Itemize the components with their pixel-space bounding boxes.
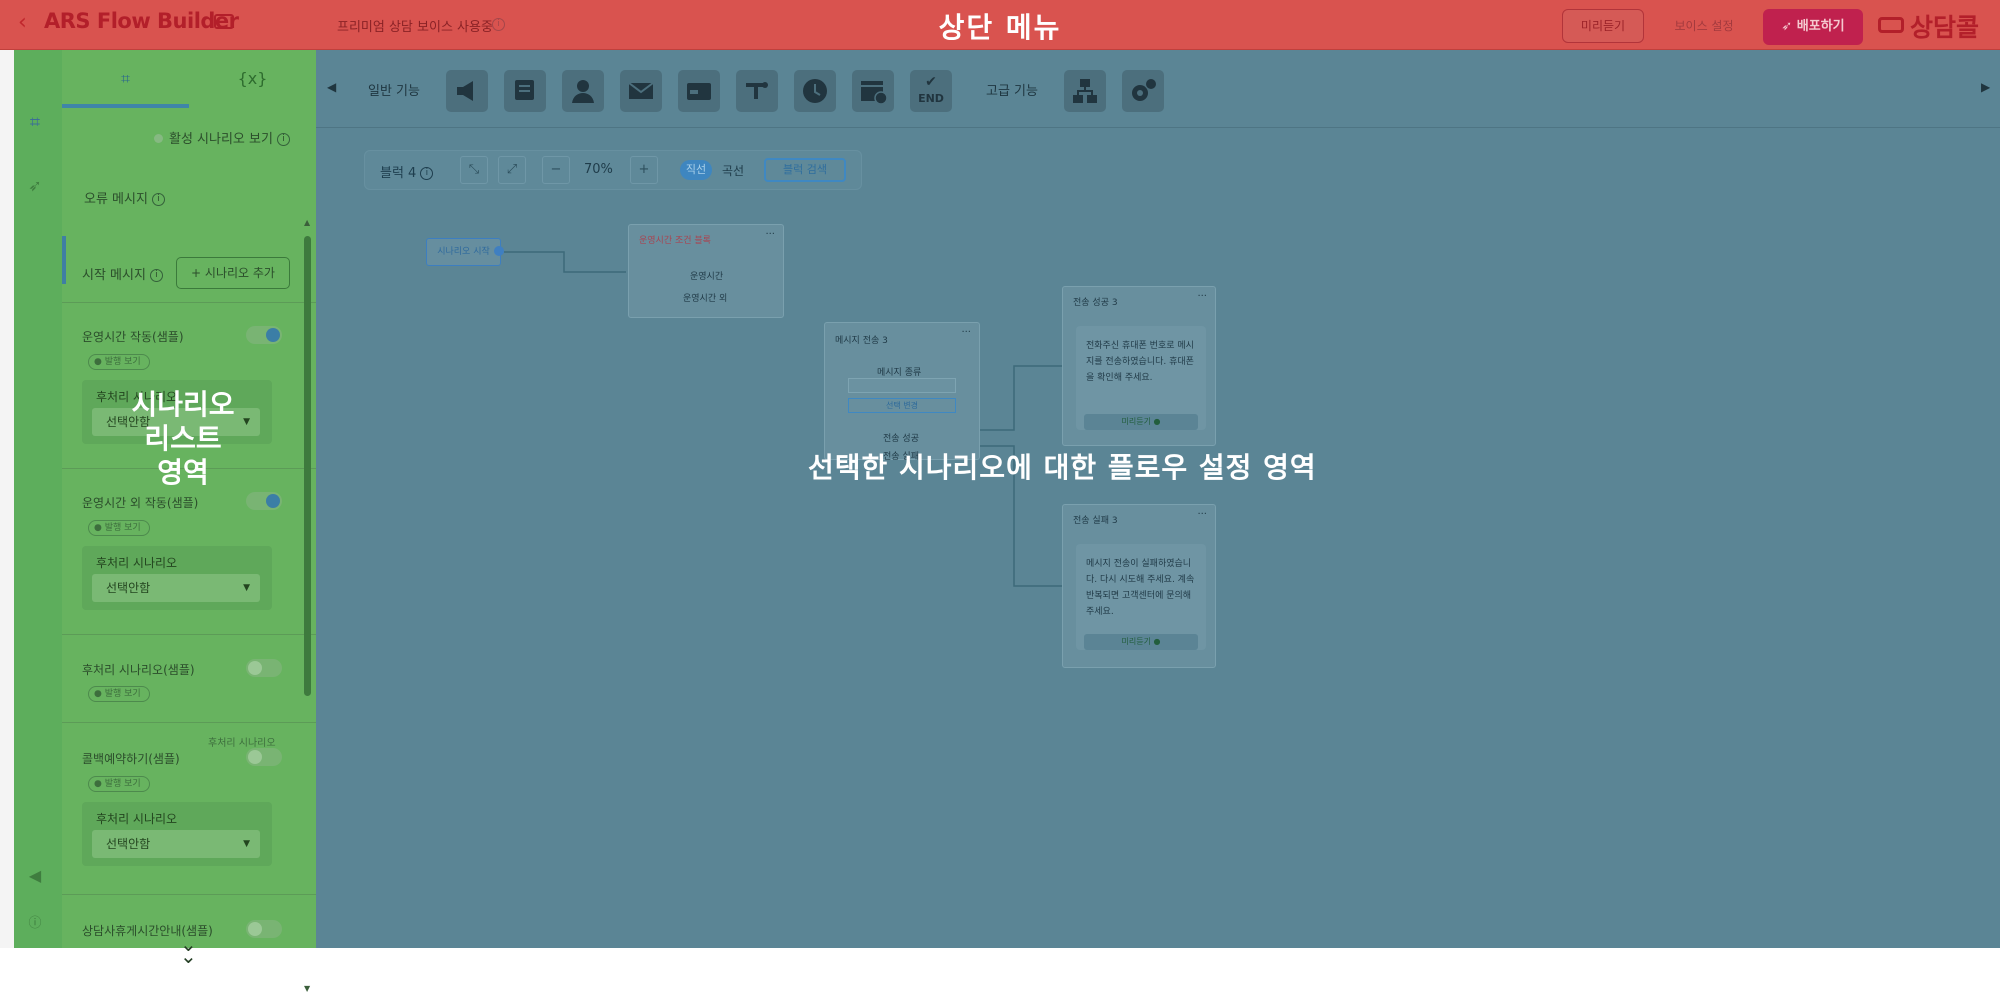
connector-dot[interactable] [494, 246, 504, 256]
scenario-toggle[interactable] [246, 326, 282, 344]
speaker-icon[interactable]: ◀ [20, 866, 50, 888]
view-link-label: 발행 보기 [104, 523, 141, 533]
preview-small-label: 미리듣기 [1121, 637, 1151, 646]
scenario-list-overlay-label: 시나리오 리스트 영역 [92, 388, 274, 490]
scenario-toggle[interactable] [246, 920, 282, 938]
preview-small-button[interactable]: 미리듣기 ● [1084, 634, 1198, 650]
select-value: 선택안함 [106, 837, 151, 851]
scrollbar-thumb[interactable] [304, 236, 311, 696]
node-field-label: 메시지 종류 [877, 368, 922, 378]
view-link-label: 발행 보기 [104, 357, 141, 367]
overlay-line: 시나리오 [131, 388, 235, 421]
view-link[interactable]: ● 발행 보기 [88, 354, 150, 370]
start-message-item[interactable]: 시작 메시지 i [82, 264, 163, 283]
divider [62, 302, 316, 303]
node-title: 메시지 전송 3 [835, 336, 888, 346]
post-scenario-tag: 후처리 시나리오 [208, 738, 276, 749]
post-scenario-label: 후처리 시나리오 [96, 556, 178, 570]
node-title: 전송 실패 3 [1073, 516, 1118, 526]
divider [62, 894, 316, 895]
tab-flow[interactable]: ⌗ [62, 50, 189, 108]
deploy-label: 배포하기 [1796, 19, 1845, 34]
brand-logo-text: 상담콜 [1910, 13, 1980, 42]
scroll-down-arrow[interactable]: ▼ [304, 984, 310, 993]
info-icon[interactable]: i [276, 133, 290, 146]
flow-connectors [504, 251, 1062, 587]
scenario-start-node[interactable]: 시나리오 시작 [426, 238, 501, 266]
post-scenario-select[interactable]: 선택안함 ▼ [92, 830, 260, 858]
brand-logo: 상담콜 [1878, 10, 1990, 42]
post-scenario-select[interactable]: 선택안함 ▼ [92, 574, 260, 602]
info-icon[interactable]: i [151, 193, 165, 206]
more-icon[interactable]: ··· [765, 229, 775, 240]
rocket-icon[interactable]: ➶ [20, 176, 50, 202]
chevron-down-icon: ▼ [243, 583, 250, 593]
scenario-title[interactable]: 후처리 시나리오(샘플) [82, 661, 195, 678]
change-selection-button[interactable]: 선택 변경 [848, 398, 956, 413]
chevron-down-icon: ▼ [243, 839, 250, 849]
scenario-title[interactable]: 운영시간 외 작동(샘플) [82, 494, 198, 511]
view-link[interactable]: ● 발행 보기 [88, 520, 150, 536]
node-title: 운영시간 조건 블록 [639, 236, 711, 246]
flow-icon[interactable]: ⌗ [20, 112, 50, 138]
toggle-knob [266, 328, 280, 342]
voice-settings-button[interactable]: 보이스 설정 [1660, 9, 1748, 43]
info-icon[interactable]: ⓘ [20, 912, 50, 934]
info-icon[interactable]: i [149, 269, 163, 282]
node-title: 전송 성공 3 [1073, 298, 1118, 308]
flow-icon: ⌗ [120, 69, 130, 88]
scenario-toggle[interactable] [246, 659, 282, 677]
scenario-toggle[interactable] [246, 748, 282, 766]
view-link[interactable]: ● 발행 보기 [88, 686, 150, 702]
operating-hours-node[interactable]: 운영시간 조건 블록 ··· 운영시간 운영시간 외 [628, 224, 784, 318]
preview-small-button[interactable]: 미리듣기 ● [1084, 414, 1198, 430]
error-message-label: 오류 메시지 [84, 192, 148, 207]
toggle-knob [248, 750, 262, 764]
view-link[interactable]: ● 발행 보기 [88, 776, 150, 792]
add-scenario-button[interactable]: + 시나리오 추가 [176, 257, 290, 289]
toggle-knob [266, 494, 280, 508]
start-message-label: 시작 메시지 [82, 268, 146, 283]
node-branch: 운영시간 외 [683, 294, 728, 304]
tts-text: 메시지 전송이 실패하였습니다. 다시 시도해 주세요. 계속 반복되면 고객센… [1086, 559, 1195, 617]
scroll-up-arrow[interactable]: ▲ [304, 218, 310, 227]
more-icon[interactable]: ··· [1197, 291, 1207, 302]
more-icon[interactable]: ··· [1197, 509, 1207, 520]
tab-variables[interactable]: {x} [189, 50, 316, 108]
brand-logo-icon [1878, 17, 1904, 33]
active-scenario-toggle[interactable]: 활성 시나리오 보기 i [154, 128, 290, 147]
chevron-down-icon[interactable]: ⌄ ⌄ [180, 934, 197, 966]
overlay-line: 리스트 [144, 422, 222, 455]
node-branch: 운영시간 [690, 272, 724, 282]
toggle-knob [248, 661, 262, 675]
preview-small-label: 미리듣기 [1121, 417, 1151, 426]
preview-button[interactable]: 미리듣기 [1562, 9, 1644, 43]
post-scenario-label: 후처리 시나리오 [96, 812, 178, 826]
toggle-dot [154, 134, 163, 143]
active-toggle-label: 활성 시나리오 보기 [169, 132, 273, 147]
tts-text: 전화주신 휴대폰 번호로 메시지를 전송하였습니다. 휴대폰을 확인해 주세요. [1086, 341, 1194, 383]
flow-area-overlay-label: 선택한 시나리오에 대한 플로우 설정 영역 [808, 451, 1317, 484]
select-field[interactable] [848, 378, 956, 393]
divider [62, 634, 316, 635]
overlay-line: 영역 [157, 456, 209, 489]
view-link-label: 발행 보기 [104, 689, 141, 699]
divider [62, 722, 316, 723]
select-value: 선택안함 [106, 581, 151, 595]
scenario-title[interactable]: 운영시간 작동(샘플) [82, 328, 184, 345]
toggle-knob [248, 922, 262, 936]
deploy-button[interactable]: ➶ 배포하기 [1763, 9, 1863, 45]
rocket-icon: ➶ [1781, 19, 1797, 34]
error-message-item[interactable]: 오류 메시지 i [84, 188, 165, 207]
scenario-list-panel: ⌗ {x} 활성 시나리오 보기 i 오류 메시지 i 시작 메시지 i + 시나리오… [62, 50, 316, 993]
post-scenario-box: 후처리 시나리오 선택안함 ▼ [82, 546, 272, 610]
node-branch: 전송 성공 [883, 434, 919, 444]
selected-indicator [62, 236, 66, 284]
view-link-label: 발행 보기 [104, 779, 141, 789]
post-scenario-box: 후처리 시나리오 선택안함 ▼ [82, 802, 272, 866]
scenario-toggle[interactable] [246, 492, 282, 510]
more-icon[interactable]: ··· [961, 327, 971, 338]
scenario-title[interactable]: 콜백예약하기(샘플) [82, 750, 180, 767]
